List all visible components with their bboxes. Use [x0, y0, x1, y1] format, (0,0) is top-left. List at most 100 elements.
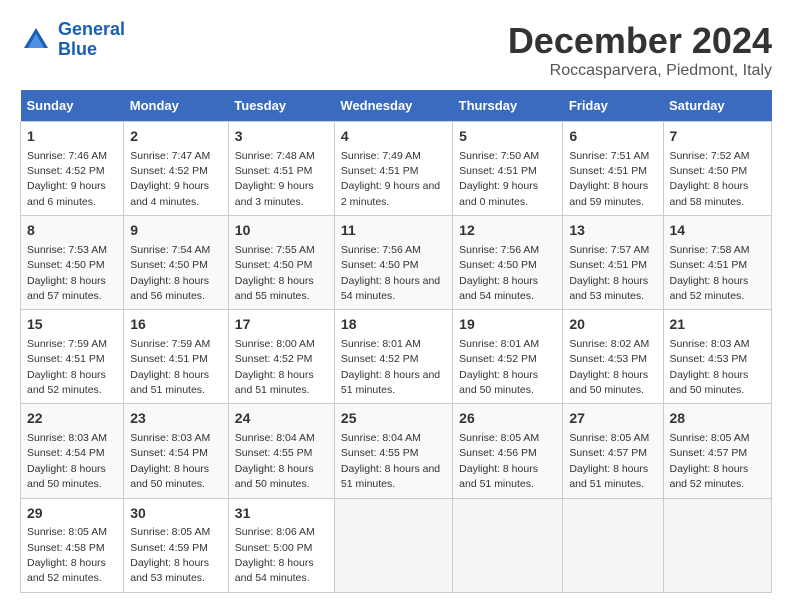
- day-number: 10: [235, 221, 328, 241]
- calendar-day-cell: 13 Sunrise: 7:57 AMSunset: 4:51 PMDaylig…: [563, 216, 663, 310]
- calendar-day-cell: 28 Sunrise: 8:05 AMSunset: 4:57 PMDaylig…: [663, 404, 772, 498]
- day-number: 15: [27, 315, 117, 335]
- day-info: Sunrise: 8:02 AMSunset: 4:53 PMDaylight:…: [569, 338, 649, 396]
- day-info: Sunrise: 7:54 AMSunset: 4:50 PMDaylight:…: [130, 244, 210, 302]
- day-number: 24: [235, 409, 328, 429]
- day-info: Sunrise: 8:04 AMSunset: 4:55 PMDaylight:…: [235, 432, 315, 490]
- day-number: 21: [670, 315, 766, 335]
- day-number: 3: [235, 127, 328, 147]
- calendar-day-cell: 24 Sunrise: 8:04 AMSunset: 4:55 PMDaylig…: [228, 404, 334, 498]
- page-header: General Blue December 2024 Roccasparvera…: [20, 20, 772, 80]
- calendar-day-header: Thursday: [453, 90, 563, 122]
- calendar-day-cell: 3 Sunrise: 7:48 AMSunset: 4:51 PMDayligh…: [228, 122, 334, 216]
- day-number: 31: [235, 504, 328, 524]
- calendar-day-header: Wednesday: [334, 90, 452, 122]
- day-info: Sunrise: 7:56 AMSunset: 4:50 PMDaylight:…: [459, 244, 539, 302]
- calendar-week-row: 29 Sunrise: 8:05 AMSunset: 4:58 PMDaylig…: [21, 498, 772, 592]
- day-number: 19: [459, 315, 556, 335]
- day-number: 8: [27, 221, 117, 241]
- calendar-day-cell: 14 Sunrise: 7:58 AMSunset: 4:51 PMDaylig…: [663, 216, 772, 310]
- calendar-day-cell: 30 Sunrise: 8:05 AMSunset: 4:59 PMDaylig…: [124, 498, 229, 592]
- calendar-week-row: 1 Sunrise: 7:46 AMSunset: 4:52 PMDayligh…: [21, 122, 772, 216]
- calendar-day-cell: 29 Sunrise: 8:05 AMSunset: 4:58 PMDaylig…: [21, 498, 124, 592]
- calendar-day-cell: 12 Sunrise: 7:56 AMSunset: 4:50 PMDaylig…: [453, 216, 563, 310]
- day-number: 13: [569, 221, 656, 241]
- calendar-day-cell: [563, 498, 663, 592]
- calendar-day-cell: 4 Sunrise: 7:49 AMSunset: 4:51 PMDayligh…: [334, 122, 452, 216]
- logo-text: General Blue: [58, 20, 125, 60]
- calendar-header-row: SundayMondayTuesdayWednesdayThursdayFrid…: [21, 90, 772, 122]
- day-info: Sunrise: 8:03 AMSunset: 4:54 PMDaylight:…: [27, 432, 107, 490]
- day-info: Sunrise: 8:01 AMSunset: 4:52 PMDaylight:…: [459, 338, 539, 396]
- calendar-table: SundayMondayTuesdayWednesdayThursdayFrid…: [20, 90, 772, 593]
- calendar-day-cell: 1 Sunrise: 7:46 AMSunset: 4:52 PMDayligh…: [21, 122, 124, 216]
- calendar-day-cell: 9 Sunrise: 7:54 AMSunset: 4:50 PMDayligh…: [124, 216, 229, 310]
- day-info: Sunrise: 8:05 AMSunset: 4:58 PMDaylight:…: [27, 526, 107, 584]
- day-number: 1: [27, 127, 117, 147]
- calendar-day-cell: 19 Sunrise: 8:01 AMSunset: 4:52 PMDaylig…: [453, 310, 563, 404]
- day-info: Sunrise: 8:05 AMSunset: 4:59 PMDaylight:…: [130, 526, 210, 584]
- calendar-day-cell: 23 Sunrise: 8:03 AMSunset: 4:54 PMDaylig…: [124, 404, 229, 498]
- day-number: 18: [341, 315, 446, 335]
- month-title: December 2024: [508, 20, 772, 62]
- day-number: 28: [670, 409, 766, 429]
- day-info: Sunrise: 7:59 AMSunset: 4:51 PMDaylight:…: [27, 338, 107, 396]
- calendar-day-cell: 17 Sunrise: 8:00 AMSunset: 4:52 PMDaylig…: [228, 310, 334, 404]
- day-number: 29: [27, 504, 117, 524]
- day-info: Sunrise: 8:06 AMSunset: 5:00 PMDaylight:…: [235, 526, 315, 584]
- day-number: 4: [341, 127, 446, 147]
- logo-line2: Blue: [58, 39, 97, 59]
- day-number: 25: [341, 409, 446, 429]
- day-number: 9: [130, 221, 222, 241]
- day-info: Sunrise: 8:00 AMSunset: 4:52 PMDaylight:…: [235, 338, 315, 396]
- day-number: 5: [459, 127, 556, 147]
- day-number: 27: [569, 409, 656, 429]
- calendar-week-row: 8 Sunrise: 7:53 AMSunset: 4:50 PMDayligh…: [21, 216, 772, 310]
- day-number: 11: [341, 221, 446, 241]
- day-number: 17: [235, 315, 328, 335]
- calendar-day-cell: [453, 498, 563, 592]
- calendar-day-cell: 11 Sunrise: 7:56 AMSunset: 4:50 PMDaylig…: [334, 216, 452, 310]
- calendar-day-cell: 18 Sunrise: 8:01 AMSunset: 4:52 PMDaylig…: [334, 310, 452, 404]
- calendar-day-cell: 26 Sunrise: 8:05 AMSunset: 4:56 PMDaylig…: [453, 404, 563, 498]
- calendar-day-cell: 25 Sunrise: 8:04 AMSunset: 4:55 PMDaylig…: [334, 404, 452, 498]
- day-info: Sunrise: 7:58 AMSunset: 4:51 PMDaylight:…: [670, 244, 750, 302]
- day-number: 16: [130, 315, 222, 335]
- day-info: Sunrise: 8:04 AMSunset: 4:55 PMDaylight:…: [341, 432, 440, 490]
- calendar-day-header: Saturday: [663, 90, 772, 122]
- calendar-day-cell: 6 Sunrise: 7:51 AMSunset: 4:51 PMDayligh…: [563, 122, 663, 216]
- calendar-week-row: 15 Sunrise: 7:59 AMSunset: 4:51 PMDaylig…: [21, 310, 772, 404]
- day-info: Sunrise: 8:01 AMSunset: 4:52 PMDaylight:…: [341, 338, 440, 396]
- day-info: Sunrise: 7:50 AMSunset: 4:51 PMDaylight:…: [459, 150, 539, 208]
- day-info: Sunrise: 7:53 AMSunset: 4:50 PMDaylight:…: [27, 244, 107, 302]
- calendar-day-cell: [334, 498, 452, 592]
- logo-line1: General: [58, 19, 125, 39]
- day-info: Sunrise: 7:47 AMSunset: 4:52 PMDaylight:…: [130, 150, 210, 208]
- day-number: 2: [130, 127, 222, 147]
- calendar-day-cell: 27 Sunrise: 8:05 AMSunset: 4:57 PMDaylig…: [563, 404, 663, 498]
- day-info: Sunrise: 7:49 AMSunset: 4:51 PMDaylight:…: [341, 150, 440, 208]
- calendar-day-header: Monday: [124, 90, 229, 122]
- day-number: 6: [569, 127, 656, 147]
- calendar-day-cell: [663, 498, 772, 592]
- calendar-body: 1 Sunrise: 7:46 AMSunset: 4:52 PMDayligh…: [21, 122, 772, 593]
- day-number: 12: [459, 221, 556, 241]
- calendar-day-cell: 31 Sunrise: 8:06 AMSunset: 5:00 PMDaylig…: [228, 498, 334, 592]
- day-info: Sunrise: 7:46 AMSunset: 4:52 PMDaylight:…: [27, 150, 107, 208]
- calendar-day-cell: 5 Sunrise: 7:50 AMSunset: 4:51 PMDayligh…: [453, 122, 563, 216]
- calendar-day-cell: 10 Sunrise: 7:55 AMSunset: 4:50 PMDaylig…: [228, 216, 334, 310]
- day-number: 30: [130, 504, 222, 524]
- day-info: Sunrise: 7:56 AMSunset: 4:50 PMDaylight:…: [341, 244, 440, 302]
- day-info: Sunrise: 8:05 AMSunset: 4:56 PMDaylight:…: [459, 432, 539, 490]
- calendar-day-cell: 7 Sunrise: 7:52 AMSunset: 4:50 PMDayligh…: [663, 122, 772, 216]
- day-info: Sunrise: 8:05 AMSunset: 4:57 PMDaylight:…: [569, 432, 649, 490]
- location: Roccasparvera, Piedmont, Italy: [508, 62, 772, 80]
- day-number: 14: [670, 221, 766, 241]
- day-info: Sunrise: 7:57 AMSunset: 4:51 PMDaylight:…: [569, 244, 649, 302]
- calendar-day-cell: 8 Sunrise: 7:53 AMSunset: 4:50 PMDayligh…: [21, 216, 124, 310]
- calendar-day-cell: 22 Sunrise: 8:03 AMSunset: 4:54 PMDaylig…: [21, 404, 124, 498]
- calendar-week-row: 22 Sunrise: 8:03 AMSunset: 4:54 PMDaylig…: [21, 404, 772, 498]
- calendar-day-cell: 16 Sunrise: 7:59 AMSunset: 4:51 PMDaylig…: [124, 310, 229, 404]
- day-info: Sunrise: 8:05 AMSunset: 4:57 PMDaylight:…: [670, 432, 750, 490]
- day-number: 22: [27, 409, 117, 429]
